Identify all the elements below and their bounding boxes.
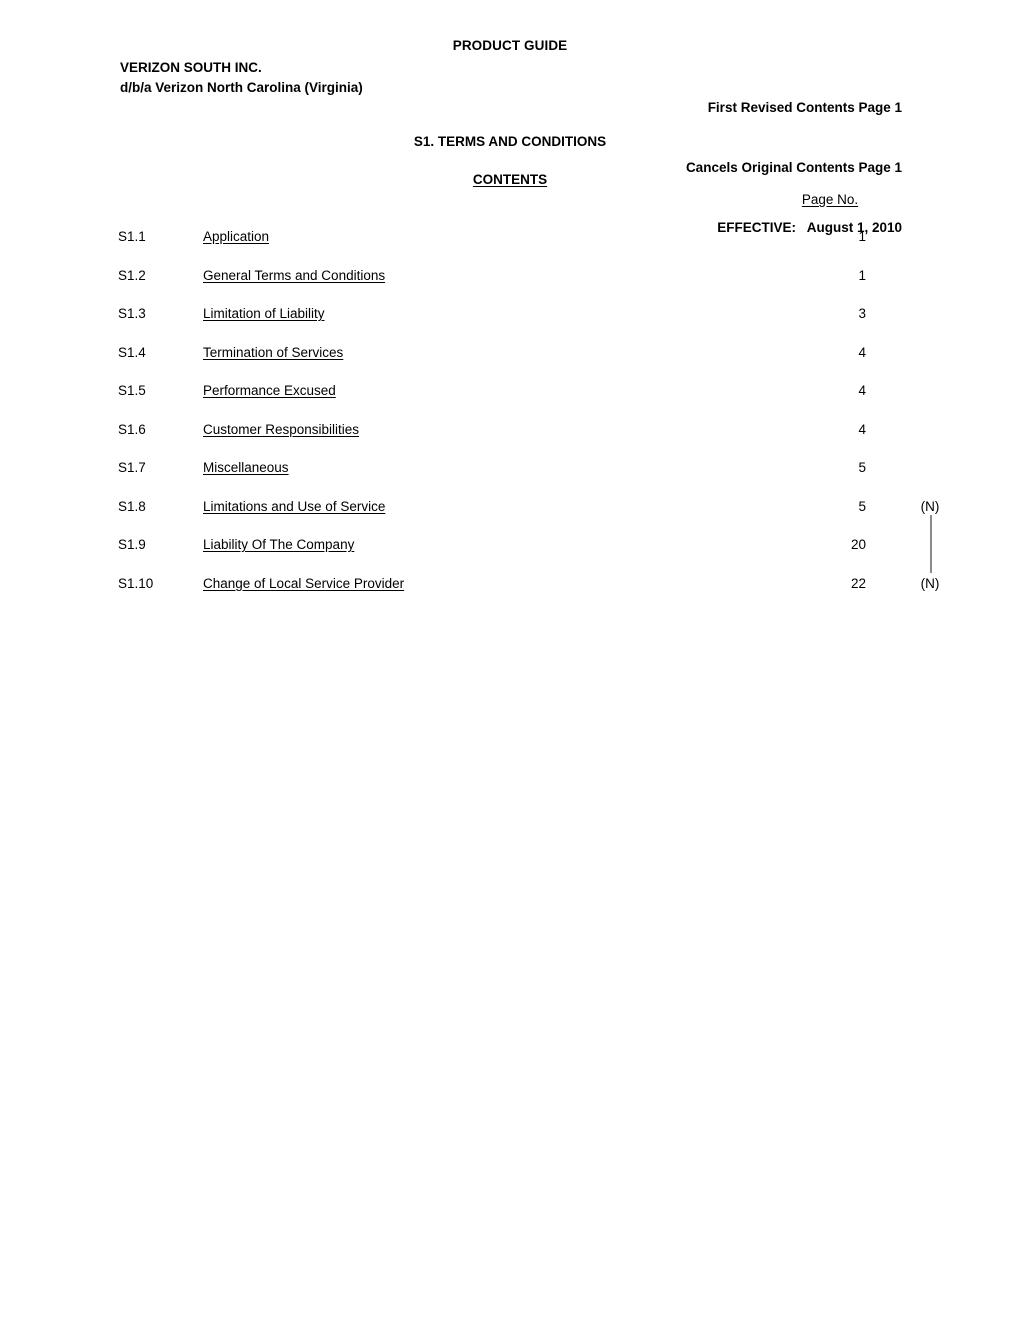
toc-page-number: 5	[858, 498, 866, 514]
toc-section-number: S1.4	[118, 344, 146, 360]
toc-entry-link[interactable]: Miscellaneous	[203, 460, 289, 475]
table-row[interactable]: S1.1 Application 1	[0, 229, 1020, 268]
toc-page-number: 5	[858, 460, 866, 475]
table-row[interactable]: S1.2 General Terms and Conditions 1	[0, 268, 1020, 307]
toc-entry-link[interactable]: Change of Local Service Provider	[203, 576, 404, 591]
toc-entry-label: General Terms and Conditions	[203, 267, 386, 283]
toc-section-number: S1.1	[118, 229, 146, 244]
table-row[interactable]: S1.9 Liability Of The Company 20	[0, 537, 1020, 576]
table-row[interactable]: S1.8 Limitations and Use of Service 5 (N)	[0, 499, 1020, 538]
toc-section-number: S1.7	[118, 460, 146, 475]
contents-heading: CONTENTS	[0, 172, 1020, 187]
table-row[interactable]: S1.4 Termination of Services 4	[0, 345, 1020, 384]
page-no-column-header: Page No.	[760, 192, 900, 207]
toc-page-number: 22	[850, 575, 866, 591]
toc-entry-label: Performance Excused	[203, 383, 336, 398]
toc-page-number: 20	[850, 537, 866, 552]
document-page: PRODUCT GUIDE VERIZON SOUTH INC. d/b/a V…	[0, 0, 1020, 1320]
table-row[interactable]: S1.3 Limitation of Liability 3	[0, 306, 1020, 345]
toc-entry-label: Change of Local Service Provider	[203, 575, 405, 591]
toc-entry-label: Miscellaneous	[203, 460, 289, 475]
table-row[interactable]: S1.7 Miscellaneous 5	[0, 460, 1020, 499]
toc-entry-link[interactable]: General Terms and Conditions	[203, 268, 385, 283]
toc-section-number: S1.6	[118, 421, 146, 437]
toc-entry-link[interactable]: Application	[203, 229, 269, 244]
revision-status: First Revised Contents Page 1	[707, 100, 902, 115]
toc-section-number: S1.2	[118, 267, 146, 283]
toc-entry-label: Customer Responsibilities	[203, 421, 360, 437]
toc-entry-link[interactable]: Liability Of The Company	[203, 537, 354, 552]
toc-entry-label: Termination of Services	[203, 344, 344, 360]
table-of-contents: S1.1 Application 1 S1.2 General Terms and Co…	[0, 229, 1020, 614]
toc-entry-link[interactable]: Customer Responsibilities	[203, 422, 359, 437]
contents-heading-text: CONTENTS	[472, 172, 548, 187]
toc-page-number: 4	[858, 344, 866, 360]
page-no-header-text: Page No.	[801, 192, 859, 207]
toc-page-number: 1	[858, 267, 866, 283]
toc-section-number: S1.8	[118, 498, 146, 514]
change-bar	[930, 515, 932, 573]
toc-page-number: 1	[858, 229, 866, 244]
toc-entry-link[interactable]: Limitation of Liability	[203, 306, 325, 321]
toc-entry-link[interactable]: Performance Excused	[203, 383, 336, 398]
toc-entry-link[interactable]: Termination of Services	[203, 345, 343, 360]
toc-entry-label: Application	[203, 229, 270, 244]
section-heading: S1. TERMS AND CONDITIONS	[413, 134, 607, 149]
toc-entry-label: Limitation of Liability	[203, 306, 325, 321]
company-name: VERIZON SOUTH INC.	[120, 60, 262, 75]
toc-change-marker: (N)	[920, 575, 940, 591]
toc-section-number: S1.9	[118, 537, 146, 552]
toc-entry-label: Liability Of The Company	[203, 537, 355, 552]
company-dba: d/b/a Verizon North Carolina (Virginia)	[120, 80, 363, 95]
table-row[interactable]: S1.10 Change of Local Service Provider 22 (…	[0, 576, 1020, 615]
toc-page-number: 4	[858, 383, 866, 398]
toc-section-number: S1.5	[118, 383, 146, 398]
toc-entry-label: Limitations and Use of Service	[203, 498, 386, 514]
document-title: PRODUCT GUIDE	[452, 38, 568, 53]
toc-page-number: 3	[858, 306, 866, 321]
header-company-block: VERIZON SOUTH INC. d/b/a Verizon North C…	[120, 58, 363, 98]
toc-entry-link[interactable]: Limitations and Use of Service	[203, 499, 385, 514]
toc-section-number: S1.3	[118, 306, 146, 321]
toc-page-number: 4	[858, 421, 866, 437]
table-row[interactable]: S1.5 Performance Excused 4	[0, 383, 1020, 422]
table-row[interactable]: S1.6 Customer Responsibilities 4	[0, 422, 1020, 461]
toc-section-number: S1.10	[118, 575, 154, 591]
toc-change-marker: (N)	[920, 498, 940, 514]
